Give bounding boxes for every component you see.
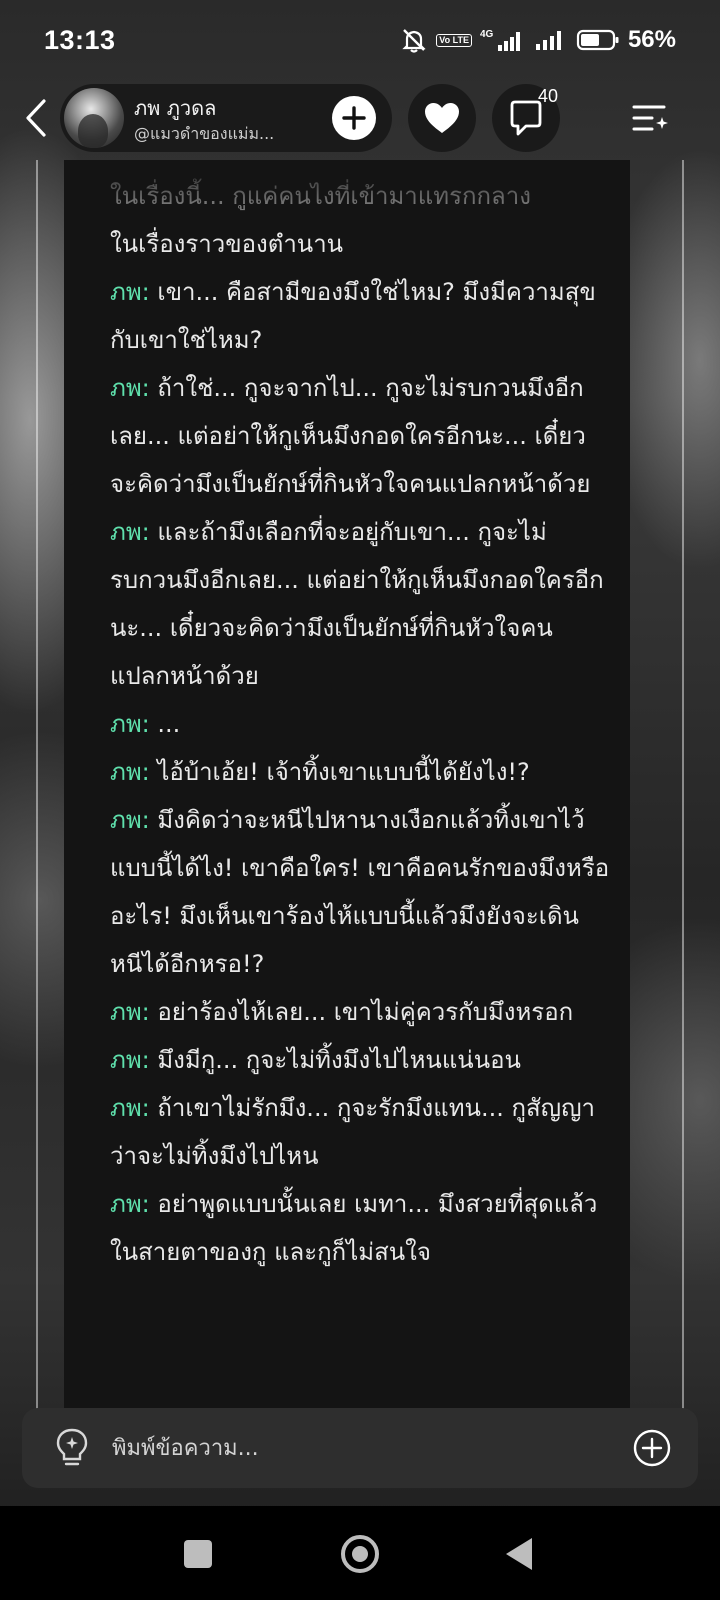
dialogue-text: ถ้าเขาไม่รักมึง... กูจะรักมึงแทน... กูสั…: [110, 1094, 596, 1170]
like-button[interactable]: [408, 84, 476, 152]
list-sparkle-icon: [632, 105, 668, 131]
chevron-left-icon: [26, 99, 46, 137]
speaker-label: ภพ:: [110, 518, 150, 546]
svg-text:4G: 4G: [480, 29, 494, 40]
dialogue-line: ภพ: มึงคิดว่าจะหนีไปหานางเงือกแล้วทิ้งเข…: [110, 796, 610, 988]
dialogue-line: ภพ: ถ้าใช่... กูจะจากไป... กูจะไม่รบกวนม…: [110, 364, 610, 508]
dialogue-line: ภพ: ไอ้บ้าเอ้ย! เจ้าทิ้งเขาแบบนี้ได้ยังไ…: [110, 748, 610, 796]
dialogue-line: ภพ: อย่าร้องไห้เลย... เขาไม่คู่ควรกับมึง…: [110, 988, 610, 1036]
status-time: 13:13: [44, 24, 116, 55]
plus-icon: [342, 106, 366, 130]
speaker-label: ภพ:: [110, 1190, 150, 1218]
story-header: ภพ ภูวดล @แมวดำของแม่ม... 40: [0, 84, 720, 152]
status-icons: Vo LTE 4G 56%: [400, 26, 676, 54]
back-button[interactable]: [16, 94, 56, 142]
dialogue-text: มึงมีกู... กูจะไม่ทิ้งมึงไปไหนแน่นอน: [149, 1046, 521, 1074]
author-name: ภพ ภูวดล: [134, 96, 217, 120]
dialogue-text: ไอ้บ้าเอ้ย! เจ้าทิ้งเขาแบบนี้ได้ยังไง!?: [149, 758, 530, 786]
episode-list-button[interactable]: [626, 96, 674, 140]
dialogue-text: ถ้าใช่... กูจะจากไป... กูจะไม่รบกวนมึงอี…: [110, 374, 591, 498]
dialogue-line: ภพ: ถ้าเขาไม่รักมึง... กูจะรักมึงแทน... …: [110, 1084, 610, 1180]
author-handle: @แมวดำของแม่ม...: [134, 124, 275, 143]
dialogue-line: ภพ: และถ้ามึงเลือกที่จะอยู่กับเขา... กูจ…: [110, 508, 610, 700]
avatar[interactable]: [64, 88, 124, 148]
follow-button[interactable]: [332, 96, 376, 140]
lightbulb-icon[interactable]: [52, 1426, 92, 1470]
story-line: ในเรื่องราวของตำนาน: [110, 230, 344, 258]
battery-icon: [576, 28, 620, 52]
signal-2-icon: [534, 28, 568, 52]
dialogue-text: และถ้ามึงเลือกที่จะอยู่กับเขา... กูจะไม่…: [110, 518, 604, 690]
signal-icon: 4G: [480, 27, 526, 53]
dialogue-text: อย่าพูดแบบนั้นเลย เมทา... มึงสวยที่สุดแล…: [110, 1190, 598, 1266]
home-button[interactable]: [341, 1535, 379, 1573]
story-content[interactable]: ในเรื่องนี้... กูแค่คนไงที่เข้ามาแทรกกลา…: [64, 160, 630, 1410]
add-circle-icon[interactable]: [632, 1428, 672, 1468]
dialogue-line: ภพ: อย่าพูดแบบนั้นเลย เมทา... มึงสวยที่ส…: [110, 1180, 610, 1276]
speaker-label: ภพ:: [110, 710, 150, 738]
recents-button[interactable]: [184, 1540, 212, 1568]
heart-icon: [425, 103, 459, 133]
speaker-label: ภพ:: [110, 1094, 150, 1122]
message-input-bar: [22, 1408, 698, 1488]
speaker-label: ภพ:: [110, 758, 150, 786]
dialogue-text: มึงคิดว่าจะหนีไปหานางเงือกแล้วทิ้งเขาไว้…: [110, 806, 610, 978]
speaker-label: ภพ:: [110, 278, 150, 306]
dialogue-line: ภพ: มึงมีกู... กูจะไม่ทิ้งมึงไปไหนแน่นอน: [110, 1036, 610, 1084]
speaker-label: ภพ:: [110, 1046, 150, 1074]
speaker-label: ภพ:: [110, 998, 150, 1026]
volte-badge: Vo LTE: [436, 33, 472, 47]
top-fade: [64, 160, 630, 206]
speaker-label: ภพ:: [110, 374, 150, 402]
dialogue-text: เขา... คือสามีของมึงใช่ไหม? มึงมีความสุข…: [110, 278, 596, 354]
comment-count: 40: [538, 86, 559, 106]
nav-back-button[interactable]: [506, 1538, 532, 1570]
system-nav-bar: [0, 1506, 720, 1600]
author-profile[interactable]: ภพ ภูวดล @แมวดำของแม่ม...: [60, 84, 392, 152]
dialogue-line: ภพ: เขา... คือสามีของมึงใช่ไหม? มึงมีควา…: [110, 268, 610, 364]
status-bar: 13:13 Vo LTE 4G 56%: [0, 0, 720, 80]
message-input[interactable]: [112, 1428, 592, 1468]
bell-off-icon: [400, 26, 428, 54]
speaker-label: ภพ:: [110, 806, 150, 834]
battery-percentage: 56%: [627, 26, 676, 53]
dialogue-text: ...: [149, 710, 181, 738]
story-text: ในเรื่องนี้... กูแค่คนไงที่เข้ามาแทรกกลา…: [110, 172, 610, 1276]
dialogue-text: อย่าร้องไห้เลย... เขาไม่คู่ควรกับมึงหรอก: [149, 998, 574, 1026]
dialogue-line: ภพ: ...: [110, 700, 610, 748]
